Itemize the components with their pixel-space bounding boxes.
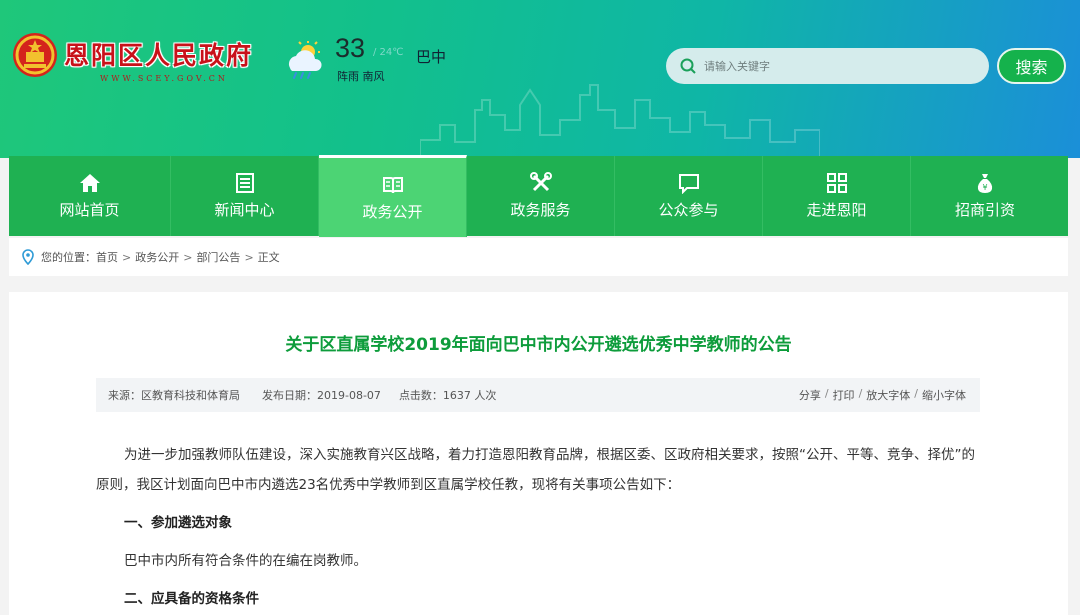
- enlarge-font-link[interactable]: 放大字体: [866, 387, 910, 403]
- page: 恩阳区人民政府 WWW.SCEY.GOV.CN 33 / 24℃ 巴中 阵雨 南…: [0, 0, 1080, 615]
- main-nav: 网站首页 新闻中心 政务公开 政务服务 公众参与 走进恩阳 ¥ 招商引资: [9, 155, 1068, 237]
- nav-item-news[interactable]: 新闻中心: [171, 156, 319, 236]
- search-box[interactable]: [666, 48, 989, 84]
- news-icon: [235, 173, 254, 193]
- article-meta: 来源：区教育科技和体育局 发布日期：2019-08-07 点击数：1637 人次…: [96, 378, 980, 412]
- article-source: 来源：区教育科技和体育局: [108, 389, 240, 402]
- weather-city: 巴中: [416, 48, 447, 66]
- money-bag-icon: ¥: [977, 174, 993, 193]
- breadcrumb: 您的位置： 首页 > 政务公开 > 部门公告 > 正文: [9, 238, 1068, 276]
- divider: /: [824, 387, 829, 400]
- nav-item-home[interactable]: 网站首页: [9, 156, 171, 236]
- nav-item-government-affairs[interactable]: 政务公开: [319, 155, 467, 237]
- weather-description: 阵雨 南风: [337, 70, 385, 83]
- breadcrumb-separator: >: [244, 250, 254, 264]
- breadcrumb-department-notices[interactable]: 部门公告: [196, 249, 240, 265]
- shrink-font-link[interactable]: 缩小字体: [922, 387, 966, 403]
- nav-item-investment[interactable]: ¥ 招商引资: [911, 156, 1059, 236]
- site-url: WWW.SCEY.GOV.CN: [100, 74, 228, 83]
- section-paragraph: 巴中市内所有符合条件的在编在岗教师。: [124, 553, 367, 569]
- home-icon: [79, 174, 100, 192]
- nav-item-about-enyang[interactable]: 走进恩阳: [763, 156, 911, 236]
- breadcrumb-current: 正文: [257, 251, 280, 264]
- nav-item-public-participation[interactable]: 公众参与: [615, 156, 763, 236]
- breadcrumb-government-affairs[interactable]: 政务公开: [135, 249, 179, 265]
- site-header: 恩阳区人民政府 WWW.SCEY.GOV.CN 33 / 24℃ 巴中 阵雨 南…: [0, 0, 1080, 158]
- article-body: 为进一步加强教师队伍建设，深入实施教育兴区战略，着力打造恩阳教育品牌，根据区委、…: [96, 440, 980, 614]
- search-button[interactable]: 搜索: [997, 48, 1066, 84]
- rain-cloud-icon: [288, 41, 322, 79]
- breadcrumb-prefix: 您的位置：: [41, 251, 96, 264]
- tools-icon: [529, 172, 552, 192]
- search-input[interactable]: [704, 59, 954, 73]
- breadcrumb-home[interactable]: 首页: [96, 249, 118, 265]
- section-heading: 一、参加遴选对象: [124, 515, 232, 531]
- breadcrumb-separator: >: [122, 250, 132, 264]
- location-pin-icon: [22, 249, 34, 265]
- temperature-range: / 24℃: [373, 47, 404, 58]
- nav-item-services[interactable]: 政务服务: [467, 156, 615, 236]
- nav-label: 招商引资: [954, 201, 1015, 219]
- chat-icon: [678, 174, 699, 194]
- share-link[interactable]: 分享: [799, 387, 821, 403]
- print-link[interactable]: 打印: [833, 387, 855, 403]
- nav-label: 政务服务: [510, 201, 571, 219]
- article-tools: 分享 / 打印 / 放大字体 / 缩小字体: [799, 387, 966, 403]
- article-date: 发布日期：2019-08-07: [262, 389, 381, 402]
- national-emblem-icon: [13, 33, 57, 77]
- nav-label: 政务公开: [362, 202, 423, 221]
- svg-text:¥: ¥: [982, 183, 987, 192]
- site-title[interactable]: 恩阳区人民政府: [64, 36, 253, 72]
- article-clicks: 点击数：1637 人次: [398, 389, 497, 402]
- book-icon: [382, 176, 403, 193]
- divider: /: [858, 387, 863, 400]
- section-heading: 二、应具备的资格条件: [124, 591, 259, 607]
- article: 关于区直属学校2019年面向巴中市内公开遴选优秀中学教师的公告 来源：区教育科技…: [9, 292, 1068, 615]
- search-icon: [680, 58, 696, 74]
- nav-label: 新闻中心: [214, 201, 275, 219]
- nav-label: 网站首页: [59, 201, 120, 219]
- nav-label: 走进恩阳: [806, 201, 867, 219]
- temperature: 33: [335, 33, 366, 63]
- article-title: 关于区直属学校2019年面向巴中市内公开遴选优秀中学教师的公告: [285, 335, 792, 355]
- intro-paragraph: 为进一步加强教师队伍建设，深入实施教育兴区战略，着力打造恩阳教育品牌，根据区委、…: [96, 447, 975, 493]
- grid-icon: [826, 173, 847, 193]
- divider: /: [914, 387, 918, 400]
- nav-label: 公众参与: [658, 201, 719, 219]
- breadcrumb-separator: >: [183, 250, 193, 264]
